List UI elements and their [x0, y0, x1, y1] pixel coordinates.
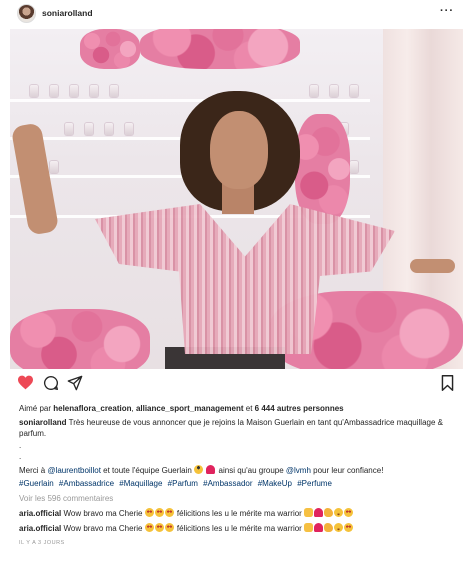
more-options-icon[interactable]: ··· [440, 5, 454, 17]
rose-cluster [10, 309, 150, 369]
caption-text: Très heureuse de vous annoncer que je re… [19, 418, 443, 438]
star-eyes-emoji-icon [144, 508, 154, 517]
mention-link[interactable]: @lvmh [286, 466, 311, 475]
post-photo[interactable] [10, 29, 463, 369]
caption-author[interactable]: soniarolland [19, 418, 67, 427]
avatar[interactable] [17, 4, 36, 23]
mention-link[interactable]: @laurentboillot [47, 466, 100, 475]
perfume-bottle [90, 85, 98, 97]
comment-author[interactable]: aria.official [19, 524, 61, 533]
figure-face [210, 111, 268, 189]
comment-text: félicitions les u le mérite ma warrior [174, 509, 305, 518]
star-eyes-emoji-icon [344, 508, 354, 517]
bookmark-icon[interactable] [441, 375, 454, 396]
clap-emoji-icon [304, 523, 314, 532]
perfume-bottle [350, 85, 358, 97]
hashtag-link[interactable]: #Maquillage [119, 479, 162, 488]
comment-row: aria.official Wow bravo ma Cherie félici… [19, 523, 354, 533]
heart-emoji-icon [206, 465, 216, 474]
post-username[interactable]: soniarolland [42, 8, 93, 18]
figure-arm [410, 259, 455, 273]
heart-filled-icon[interactable] [17, 375, 34, 395]
hashtag-link[interactable]: #Parfum [168, 479, 198, 488]
likes-mid: et [243, 404, 255, 413]
perfume-bottle [50, 161, 58, 173]
hashtag-link[interactable]: #MakeUp [258, 479, 292, 488]
post-header: soniarolland ··· [0, 0, 474, 28]
perfume-bottle [85, 123, 93, 135]
caption-dot: . [19, 441, 22, 450]
hashtag-link[interactable]: #Ambassador [203, 479, 252, 488]
perfume-bottle [70, 85, 78, 97]
view-all-comments-link[interactable]: Voir les 596 commentaires [19, 494, 113, 503]
hashtag-link[interactable]: #Perfume [297, 479, 332, 488]
likes-count-link[interactable]: 6 444 autres personnes [255, 404, 344, 413]
flexed-bicep-emoji-icon [324, 508, 334, 517]
instagram-post: soniarolland ··· Aimé par helenaflora_cr… [0, 0, 474, 566]
likes-summary: Aimé par helenaflora_creation, alliance_… [19, 404, 344, 413]
comment-icon[interactable] [43, 375, 59, 396]
hashtag-link[interactable]: #Ambassadrice [59, 479, 114, 488]
heart-emoji-icon [314, 523, 324, 532]
thanks-end: pour leur confiance! [310, 466, 384, 475]
liker-link[interactable]: helenaflora_creation [53, 404, 131, 413]
rose-cluster [140, 29, 300, 69]
post-caption: soniarolland Très heureuse de vous annon… [19, 417, 459, 439]
thanks-start: Merci à [19, 466, 48, 475]
hashtags: #Guerlain #Ambassadrice #Maquillage #Par… [19, 479, 335, 488]
thanks-mid2: ainsi qu'au groupe [216, 466, 286, 475]
liker-link[interactable]: alliance_sport_management [136, 404, 244, 413]
smile-emoji-icon [334, 508, 344, 517]
hashtag-link[interactable]: #Guerlain [19, 479, 54, 488]
smile-emoji-icon [334, 523, 344, 532]
perfume-bottle [310, 85, 318, 97]
perfume-bottle [350, 161, 358, 173]
clap-emoji-icon [304, 508, 314, 517]
action-bar [0, 370, 474, 396]
share-icon[interactable] [67, 375, 83, 396]
thanks-mid: et toute l'équipe Guerlain [100, 466, 195, 475]
comment-text: Wow bravo ma Cherie [61, 524, 145, 533]
heart-emoji-icon [314, 508, 324, 517]
star-eyes-emoji-icon [164, 523, 174, 532]
comment-row: aria.official Wow bravo ma Cherie félici… [19, 508, 354, 518]
perfume-bottle [125, 123, 133, 135]
perfume-bottle [30, 85, 38, 97]
likes-prefix: Aimé par [19, 404, 54, 413]
rose-cluster [80, 29, 140, 69]
star-eyes-emoji-icon [164, 508, 174, 517]
comment-text: Wow bravo ma Cherie [61, 509, 145, 518]
caption-thanks: Merci à @laurentboillot et toute l'équip… [19, 465, 459, 476]
sunglasses-emoji-icon [194, 465, 204, 474]
perfume-bottle [110, 85, 118, 97]
star-eyes-emoji-icon [154, 523, 164, 532]
caption-dot: . [19, 452, 22, 461]
comment-text: félicitions les u le mérite ma warrior [174, 524, 305, 533]
star-eyes-emoji-icon [144, 523, 154, 532]
star-eyes-emoji-icon [154, 508, 164, 517]
perfume-bottle [50, 85, 58, 97]
perfume-bottle [330, 85, 338, 97]
post-timestamp[interactable]: IL Y A 3 JOURS [19, 540, 65, 546]
shelf [10, 99, 370, 102]
perfume-bottle [65, 123, 73, 135]
star-eyes-emoji-icon [344, 523, 354, 532]
perfume-bottle [105, 123, 113, 135]
flexed-bicep-emoji-icon [324, 523, 334, 532]
comment-author[interactable]: aria.official [19, 509, 61, 518]
